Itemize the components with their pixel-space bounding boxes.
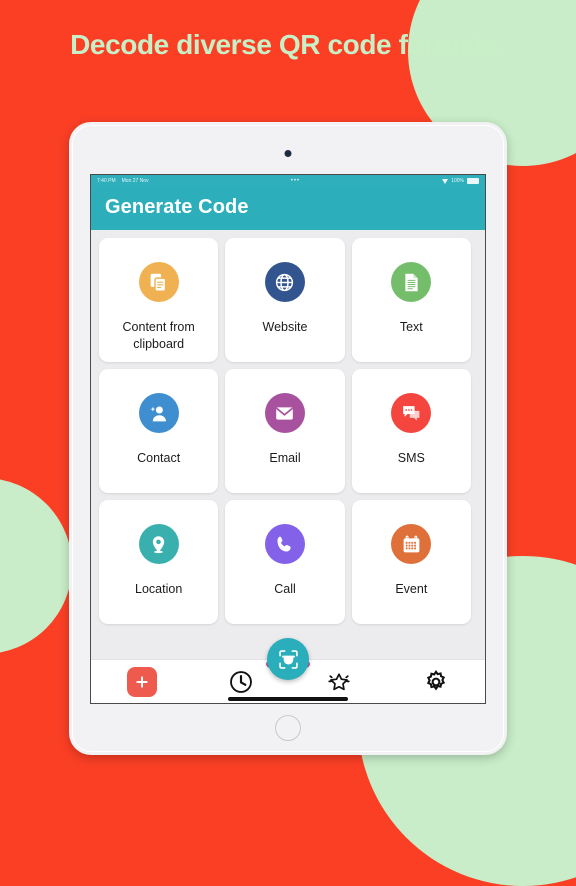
- front-camera-icon: [284, 150, 292, 157]
- card-label: Call: [274, 582, 296, 596]
- clock-icon: [230, 670, 253, 693]
- nav-add-button[interactable]: [126, 666, 157, 697]
- code-type-grid: Content from clipboard Website Text Cont…: [99, 238, 471, 653]
- decorative-circle-middle-left: [0, 478, 72, 654]
- page-title: Generate Code: [105, 196, 249, 218]
- plus-icon: [136, 675, 148, 688]
- nav-history-button[interactable]: [228, 669, 254, 695]
- nav-settings-button[interactable]: [423, 669, 449, 695]
- card-event[interactable]: Event: [351, 500, 471, 624]
- card-label: Text: [399, 320, 423, 334]
- phone-icon: [264, 524, 305, 564]
- card-email[interactable]: Email: [225, 369, 345, 493]
- clipboard-copy-icon: [138, 262, 179, 302]
- grid-scrollbar[interactable]: [475, 238, 478, 653]
- device-screen: 7:40 PM Mon 27 Nov ••• 100% Generate Cod…: [90, 174, 486, 704]
- wifi-icon: [442, 178, 449, 184]
- status-bar-time: 7:40 PM: [97, 178, 116, 184]
- status-bar-center-indicator: •••: [290, 178, 301, 184]
- app-bar: Generate Code: [91, 187, 485, 230]
- card-sms[interactable]: SMS: [351, 369, 471, 493]
- gear-icon: [427, 669, 446, 691]
- home-indicator: [228, 697, 348, 701]
- map-pin-icon: [138, 524, 179, 564]
- qr-scan-icon: [278, 649, 298, 669]
- nav-favorites-button[interactable]: [326, 669, 352, 695]
- person-add-icon: [138, 393, 179, 433]
- calendar-icon: [391, 524, 432, 564]
- card-website[interactable]: Website: [225, 238, 345, 362]
- card-contact[interactable]: Contact: [99, 369, 219, 493]
- document-text-icon: [391, 262, 432, 302]
- card-label: Content from clipboard: [122, 320, 195, 351]
- star-sparkle-icon: [328, 672, 350, 690]
- home-button[interactable]: [275, 715, 301, 741]
- status-bar-date: Mon 27 Nov: [121, 178, 149, 184]
- card-location[interactable]: Location: [99, 500, 219, 624]
- chat-bubble-icon: [391, 393, 432, 433]
- battery-percent-label: 100%: [451, 178, 464, 184]
- card-label: Location: [135, 582, 183, 596]
- tablet-device-frame: 7:40 PM Mon 27 Nov ••• 100% Generate Cod…: [69, 122, 507, 755]
- card-label: Contact: [137, 451, 181, 465]
- card-label: SMS: [397, 451, 425, 465]
- card-label: Website: [262, 320, 308, 334]
- nav-scan-button[interactable]: [267, 638, 309, 680]
- envelope-icon: [264, 393, 305, 433]
- globe-icon: [264, 262, 305, 302]
- bottom-navigation-bar: [91, 638, 485, 703]
- status-bar: 7:40 PM Mon 27 Nov ••• 100%: [91, 175, 485, 187]
- card-label: Event: [395, 582, 428, 596]
- card-call[interactable]: Call: [225, 500, 345, 624]
- code-type-grid-area: Content from clipboard Website Text Cont…: [91, 230, 485, 659]
- card-content-from-clipboard[interactable]: Content from clipboard: [99, 238, 219, 362]
- promo-headline: Decode diverse QR code formats.: [70, 29, 506, 60]
- battery-full-icon: [467, 178, 479, 184]
- card-text[interactable]: Text: [351, 238, 471, 362]
- card-label: Email: [269, 451, 301, 465]
